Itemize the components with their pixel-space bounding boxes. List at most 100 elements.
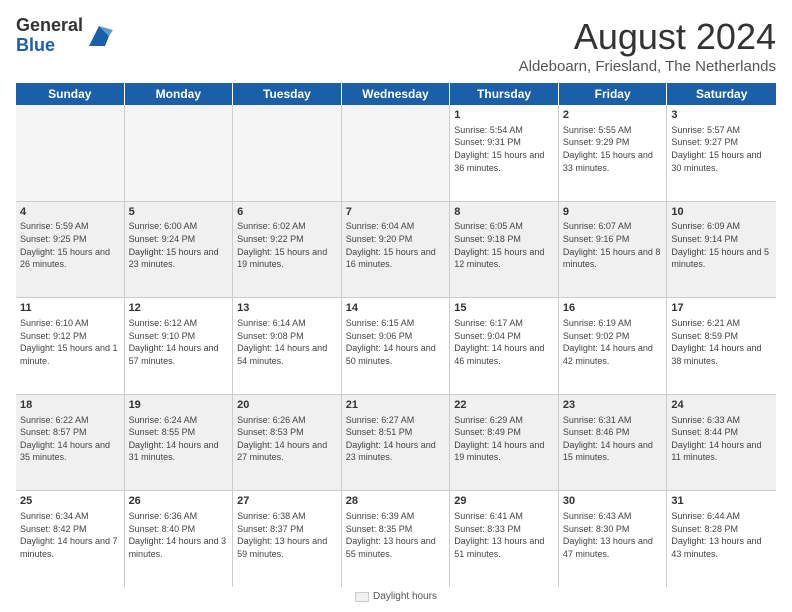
- calendar-body: 1Sunrise: 5:54 AM Sunset: 9:31 PM Daylig…: [16, 105, 776, 587]
- header-day-tuesday: Tuesday: [233, 83, 342, 105]
- day-number: 24: [671, 398, 772, 413]
- cell-info: Sunrise: 6:26 AM Sunset: 8:53 PM Dayligh…: [237, 414, 337, 464]
- calendar-cell: 23Sunrise: 6:31 AM Sunset: 8:46 PM Dayli…: [559, 395, 668, 491]
- legend-box: [355, 592, 369, 602]
- cell-info: Sunrise: 6:10 AM Sunset: 9:12 PM Dayligh…: [20, 317, 120, 367]
- cell-info: Sunrise: 6:39 AM Sunset: 8:35 PM Dayligh…: [346, 510, 446, 560]
- day-number: 19: [129, 398, 229, 413]
- cell-info: Sunrise: 6:05 AM Sunset: 9:18 PM Dayligh…: [454, 220, 554, 270]
- calendar-cell: [16, 105, 125, 201]
- calendar-cell: 8Sunrise: 6:05 AM Sunset: 9:18 PM Daylig…: [450, 202, 559, 298]
- logo-general-text: General: [16, 15, 83, 35]
- cell-info: Sunrise: 6:22 AM Sunset: 8:57 PM Dayligh…: [20, 414, 120, 464]
- header-day-wednesday: Wednesday: [342, 83, 451, 105]
- day-number: 8: [454, 205, 554, 220]
- calendar-cell: 13Sunrise: 6:14 AM Sunset: 9:08 PM Dayli…: [233, 298, 342, 394]
- day-number: 7: [346, 205, 446, 220]
- cell-info: Sunrise: 5:59 AM Sunset: 9:25 PM Dayligh…: [20, 220, 120, 270]
- calendar-cell: 2Sunrise: 5:55 AM Sunset: 9:29 PM Daylig…: [559, 105, 668, 201]
- header-day-thursday: Thursday: [450, 83, 559, 105]
- calendar-cell: 27Sunrise: 6:38 AM Sunset: 8:37 PM Dayli…: [233, 491, 342, 587]
- calendar-week-1: 1Sunrise: 5:54 AM Sunset: 9:31 PM Daylig…: [16, 105, 776, 202]
- calendar-cell: 3Sunrise: 5:57 AM Sunset: 9:27 PM Daylig…: [667, 105, 776, 201]
- logo-icon: [85, 22, 113, 50]
- cell-info: Sunrise: 5:54 AM Sunset: 9:31 PM Dayligh…: [454, 124, 554, 174]
- title-block: August 2024 Aldeboarn, Friesland, The Ne…: [519, 16, 776, 75]
- day-number: 9: [563, 205, 663, 220]
- cell-info: Sunrise: 6:21 AM Sunset: 8:59 PM Dayligh…: [671, 317, 772, 367]
- calendar-cell: 1Sunrise: 5:54 AM Sunset: 9:31 PM Daylig…: [450, 105, 559, 201]
- cell-info: Sunrise: 6:02 AM Sunset: 9:22 PM Dayligh…: [237, 220, 337, 270]
- day-number: 20: [237, 398, 337, 413]
- calendar-cell: 9Sunrise: 6:07 AM Sunset: 9:16 PM Daylig…: [559, 202, 668, 298]
- calendar-cell: [233, 105, 342, 201]
- cell-info: Sunrise: 6:15 AM Sunset: 9:06 PM Dayligh…: [346, 317, 446, 367]
- cell-info: Sunrise: 6:04 AM Sunset: 9:20 PM Dayligh…: [346, 220, 446, 270]
- page: General Blue August 2024 Aldeboarn, Frie…: [0, 0, 792, 612]
- calendar-cell: 7Sunrise: 6:04 AM Sunset: 9:20 PM Daylig…: [342, 202, 451, 298]
- day-number: 15: [454, 301, 554, 316]
- location: Aldeboarn, Friesland, The Netherlands: [519, 58, 776, 75]
- cell-info: Sunrise: 6:41 AM Sunset: 8:33 PM Dayligh…: [454, 510, 554, 560]
- calendar-cell: 14Sunrise: 6:15 AM Sunset: 9:06 PM Dayli…: [342, 298, 451, 394]
- day-number: 10: [671, 205, 772, 220]
- day-number: 17: [671, 301, 772, 316]
- day-number: 5: [129, 205, 229, 220]
- cell-info: Sunrise: 6:09 AM Sunset: 9:14 PM Dayligh…: [671, 220, 772, 270]
- cell-info: Sunrise: 6:34 AM Sunset: 8:42 PM Dayligh…: [20, 510, 120, 560]
- calendar-cell: 20Sunrise: 6:26 AM Sunset: 8:53 PM Dayli…: [233, 395, 342, 491]
- calendar-cell: 25Sunrise: 6:34 AM Sunset: 8:42 PM Dayli…: [16, 491, 125, 587]
- calendar-week-3: 11Sunrise: 6:10 AM Sunset: 9:12 PM Dayli…: [16, 298, 776, 395]
- cell-info: Sunrise: 6:14 AM Sunset: 9:08 PM Dayligh…: [237, 317, 337, 367]
- day-number: 14: [346, 301, 446, 316]
- header-day-sunday: Sunday: [16, 83, 125, 105]
- month-title: August 2024: [519, 16, 776, 58]
- day-number: 27: [237, 494, 337, 509]
- cell-info: Sunrise: 5:57 AM Sunset: 9:27 PM Dayligh…: [671, 124, 772, 174]
- header: General Blue August 2024 Aldeboarn, Frie…: [16, 16, 776, 75]
- cell-info: Sunrise: 6:29 AM Sunset: 8:49 PM Dayligh…: [454, 414, 554, 464]
- calendar-cell: 24Sunrise: 6:33 AM Sunset: 8:44 PM Dayli…: [667, 395, 776, 491]
- cell-info: Sunrise: 6:17 AM Sunset: 9:04 PM Dayligh…: [454, 317, 554, 367]
- cell-info: Sunrise: 6:12 AM Sunset: 9:10 PM Dayligh…: [129, 317, 229, 367]
- calendar-cell: 11Sunrise: 6:10 AM Sunset: 9:12 PM Dayli…: [16, 298, 125, 394]
- day-number: 1: [454, 108, 554, 123]
- calendar: SundayMondayTuesdayWednesdayThursdayFrid…: [16, 83, 776, 587]
- calendar-header: SundayMondayTuesdayWednesdayThursdayFrid…: [16, 83, 776, 105]
- day-number: 11: [20, 301, 120, 316]
- calendar-week-4: 18Sunrise: 6:22 AM Sunset: 8:57 PM Dayli…: [16, 395, 776, 492]
- calendar-cell: 22Sunrise: 6:29 AM Sunset: 8:49 PM Dayli…: [450, 395, 559, 491]
- logo: General Blue: [16, 16, 113, 56]
- calendar-cell: 12Sunrise: 6:12 AM Sunset: 9:10 PM Dayli…: [125, 298, 234, 394]
- calendar-cell: 30Sunrise: 6:43 AM Sunset: 8:30 PM Dayli…: [559, 491, 668, 587]
- cell-info: Sunrise: 6:27 AM Sunset: 8:51 PM Dayligh…: [346, 414, 446, 464]
- calendar-cell: [342, 105, 451, 201]
- cell-info: Sunrise: 6:43 AM Sunset: 8:30 PM Dayligh…: [563, 510, 663, 560]
- calendar-cell: 31Sunrise: 6:44 AM Sunset: 8:28 PM Dayli…: [667, 491, 776, 587]
- calendar-cell: [125, 105, 234, 201]
- calendar-cell: 26Sunrise: 6:36 AM Sunset: 8:40 PM Dayli…: [125, 491, 234, 587]
- cell-info: Sunrise: 5:55 AM Sunset: 9:29 PM Dayligh…: [563, 124, 663, 174]
- cell-info: Sunrise: 6:36 AM Sunset: 8:40 PM Dayligh…: [129, 510, 229, 560]
- header-day-friday: Friday: [559, 83, 668, 105]
- day-number: 29: [454, 494, 554, 509]
- header-day-monday: Monday: [125, 83, 234, 105]
- calendar-cell: 4Sunrise: 5:59 AM Sunset: 9:25 PM Daylig…: [16, 202, 125, 298]
- day-number: 22: [454, 398, 554, 413]
- footer: Daylight hours: [16, 591, 776, 602]
- cell-info: Sunrise: 6:33 AM Sunset: 8:44 PM Dayligh…: [671, 414, 772, 464]
- logo-blue-text: Blue: [16, 35, 55, 55]
- day-number: 2: [563, 108, 663, 123]
- calendar-cell: 28Sunrise: 6:39 AM Sunset: 8:35 PM Dayli…: [342, 491, 451, 587]
- cell-info: Sunrise: 6:19 AM Sunset: 9:02 PM Dayligh…: [563, 317, 663, 367]
- day-number: 13: [237, 301, 337, 316]
- cell-info: Sunrise: 6:00 AM Sunset: 9:24 PM Dayligh…: [129, 220, 229, 270]
- legend-label: Daylight hours: [373, 591, 437, 602]
- calendar-week-2: 4Sunrise: 5:59 AM Sunset: 9:25 PM Daylig…: [16, 202, 776, 299]
- cell-info: Sunrise: 6:44 AM Sunset: 8:28 PM Dayligh…: [671, 510, 772, 560]
- day-number: 25: [20, 494, 120, 509]
- cell-info: Sunrise: 6:31 AM Sunset: 8:46 PM Dayligh…: [563, 414, 663, 464]
- cell-info: Sunrise: 6:07 AM Sunset: 9:16 PM Dayligh…: [563, 220, 663, 270]
- day-number: 28: [346, 494, 446, 509]
- header-day-saturday: Saturday: [667, 83, 776, 105]
